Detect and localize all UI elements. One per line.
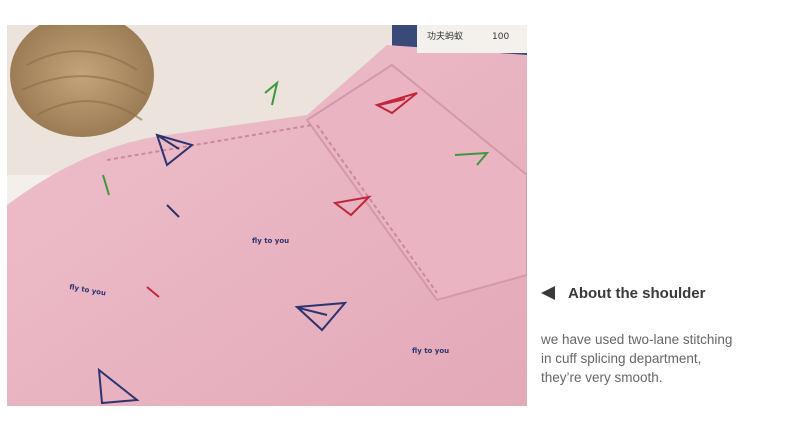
label-text: 功夫蚂蚁 bbox=[427, 30, 463, 42]
caption-line: they’re very smooth. bbox=[541, 370, 663, 385]
caption-line: in cuff splicing department, bbox=[541, 351, 702, 366]
shirt-shoulder-image: 功夫蚂蚁 100 fly to you fly to you fly to yo… bbox=[7, 25, 527, 406]
product-photo: 功夫蚂蚁 100 fly to you fly to you fly to yo… bbox=[7, 25, 527, 406]
caption-heading: About the shoulder bbox=[568, 284, 706, 302]
label-number: 100 bbox=[492, 32, 509, 42]
feature-caption: About the shoulder we have used two-lane… bbox=[541, 282, 786, 387]
caption-line: we have used two-lane stitching bbox=[541, 332, 733, 347]
triangle-left-icon bbox=[541, 286, 555, 300]
print-text: fly to you bbox=[412, 347, 449, 355]
caption-heading-row: About the shoulder bbox=[541, 282, 786, 304]
caption-body: we have used two-lane stitching in cuff … bbox=[541, 330, 786, 387]
print-text: fly to you bbox=[252, 237, 289, 245]
